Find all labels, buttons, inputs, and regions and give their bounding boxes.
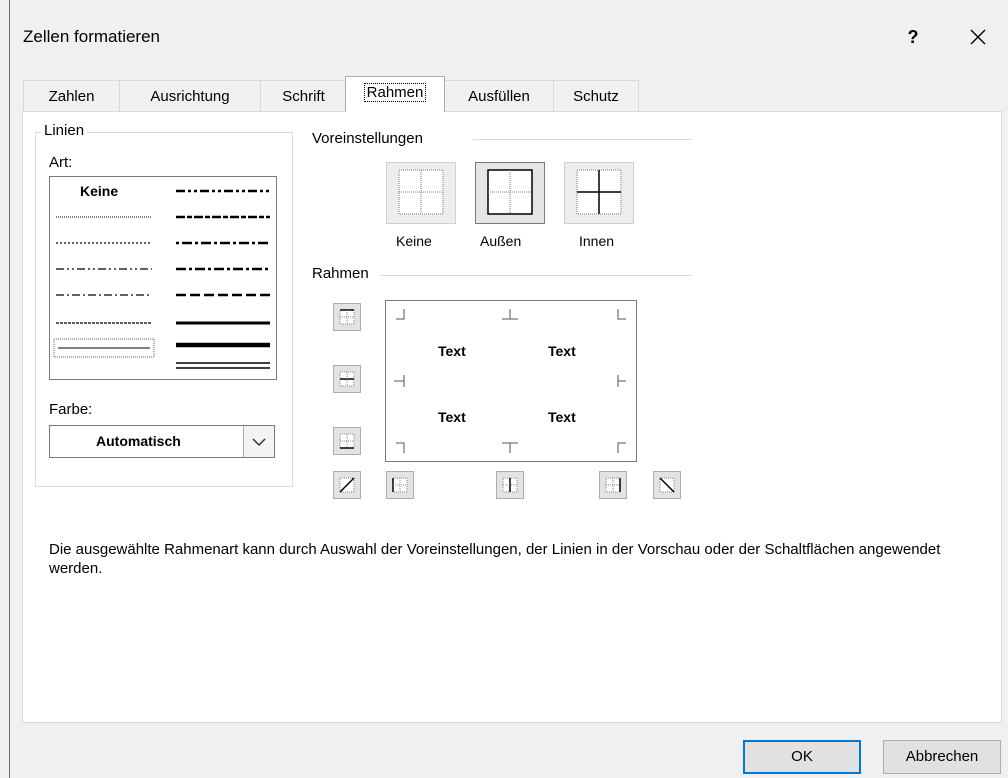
description-text: Die ausgewählte Rahmenart kann durch Aus… [49,541,941,577]
close-button[interactable] [960,22,996,52]
tab-ausfuellen[interactable]: Ausfüllen [444,80,554,111]
lines-group-label: Linien [41,122,88,139]
dialog-title: Zellen formatieren [23,27,161,46]
border-diagonal-up-button[interactable] [333,471,361,499]
ok-button[interactable]: OK [743,740,861,774]
border-inside-horizontal-icon [339,371,355,387]
preview-text: Text [438,409,466,425]
preset-inside-button[interactable] [564,162,634,224]
border-inside-vertical-button[interactable] [496,471,524,499]
border-title: Rahmen [312,265,369,282]
close-icon [970,29,986,45]
presets-title: Voreinstellungen [312,130,423,147]
preview-text: Text [548,343,576,359]
cancel-button[interactable]: Abbrechen [883,740,1001,774]
preset-inside-label: Innen [579,233,615,249]
border-separator [381,275,691,276]
color-label: Farbe: [49,401,93,418]
preview-text: Text [548,409,576,425]
border-right-button[interactable] [599,471,627,499]
border-top-button[interactable] [333,303,361,331]
diagonal-up-icon [339,477,355,493]
preset-none-label: Keine [396,233,432,249]
border-left-icon [392,477,408,493]
tab-schutz[interactable]: Schutz [553,80,639,111]
border-preview[interactable]: Text Text Text Text [385,300,637,462]
tab-schrift[interactable]: Schrift [260,80,347,111]
rahmen-panel: Linien Art: Keine Farbe: Automatisch Vor… [22,111,1002,723]
border-bottom-icon [339,433,355,449]
preview-corner-marks [394,309,626,453]
border-bottom-button[interactable] [333,427,361,455]
border-left-button[interactable] [386,471,414,499]
presets-separator [473,139,691,140]
chevron-down-icon [252,438,266,447]
tab-zahlen[interactable]: Zahlen [23,80,120,111]
color-value: Automatisch [96,433,181,449]
title-bar: Zellen formatieren ? [10,0,1008,70]
tab-ausrichtung[interactable]: Ausrichtung [119,80,261,111]
preset-outline-icon [487,169,533,215]
line-style-list[interactable]: Keine [49,176,277,380]
format-cells-dialog: Zellen formatieren ? Zahlen Ausrichtung … [9,0,1008,778]
color-dropdown-button[interactable] [243,426,274,457]
border-top-icon [339,309,355,325]
color-dropdown[interactable]: Automatisch [49,425,275,458]
preset-outline-label: Außen [480,233,522,249]
tab-rahmen[interactable]: Rahmen [345,76,445,112]
diagonal-down-icon [659,477,675,493]
preset-inside-icon [576,169,622,215]
preset-none-button[interactable] [386,162,456,224]
preset-none-icon [398,169,444,215]
line-style-label: Art: [49,154,73,171]
border-right-icon [605,477,621,493]
line-style-swatches[interactable] [50,177,276,379]
border-inside-vertical-icon [502,477,518,493]
border-inside-horizontal-button[interactable] [333,365,361,393]
help-button[interactable]: ? [898,22,928,52]
preset-outline-button[interactable] [475,162,545,224]
preview-text: Text [438,343,466,359]
border-diagonal-down-button[interactable] [653,471,681,499]
